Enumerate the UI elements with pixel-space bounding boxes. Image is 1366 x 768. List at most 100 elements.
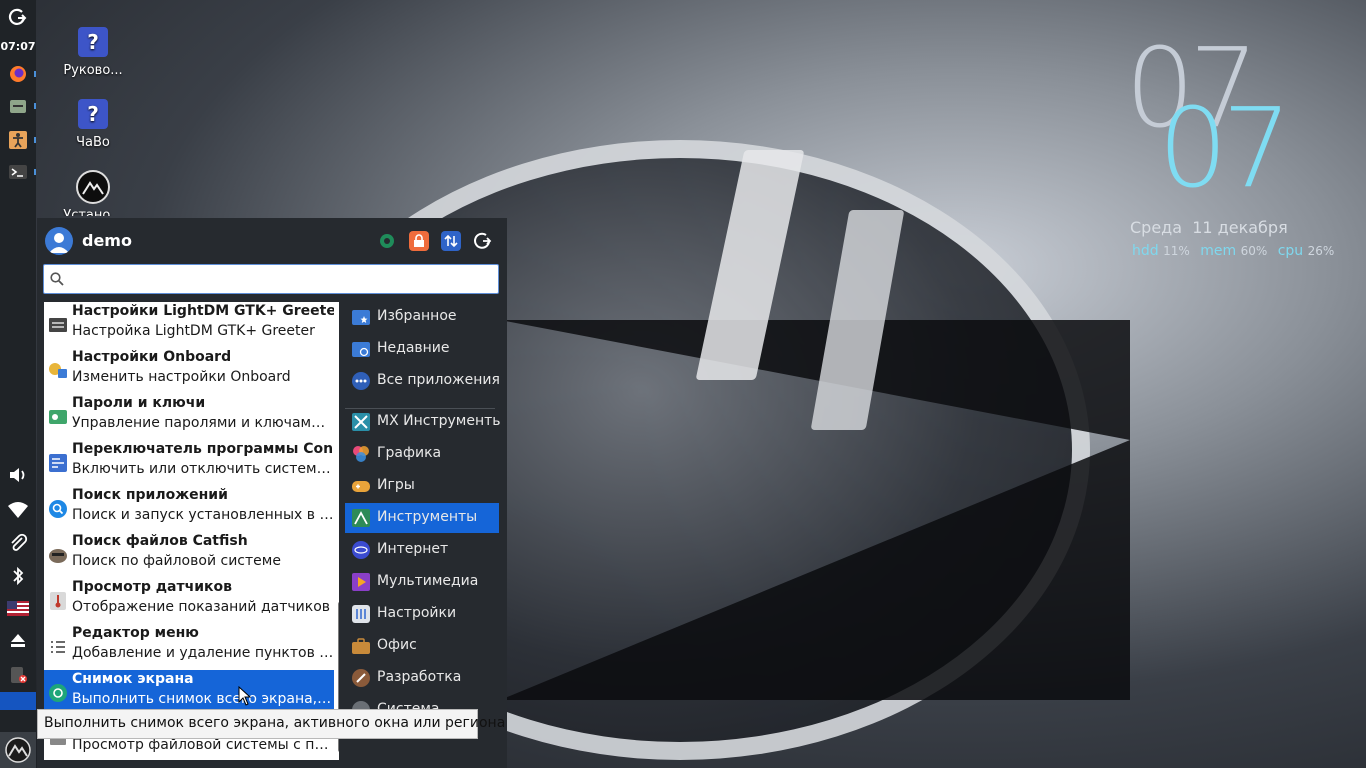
accessibility-launcher[interactable] <box>0 128 36 152</box>
conky-cpu-value: 26% <box>1307 244 1335 258</box>
file-manager-launcher[interactable] <box>0 94 36 118</box>
category-label: Все приложения <box>377 372 500 388</box>
desktop-icon-label: Руково... <box>63 63 123 78</box>
app-description: Изменить настройки Onboard <box>72 369 291 385</box>
desktop-icon-installer[interactable]: Устано... <box>53 170 133 216</box>
desktop-icon-manual[interactable]: ? Руково... <box>53 27 133 78</box>
category-recent[interactable]: Недавние <box>345 334 499 364</box>
desktop-icon-label: ЧаВо <box>76 135 110 150</box>
logout-menu-button[interactable] <box>473 231 493 251</box>
search-icon <box>50 272 64 286</box>
category-separator <box>345 408 495 409</box>
category-label: Инструменты <box>377 509 478 525</box>
mx-logo-icon <box>5 737 31 763</box>
volume-icon <box>10 468 25 482</box>
application-list[interactable]: Настройки LightDM GTK+ Greeter Настройка… <box>44 302 339 760</box>
paperclip-icon <box>11 533 28 551</box>
panel-clock[interactable]: 07:07 <box>0 38 36 54</box>
category-mx-tools[interactable]: MX Инструменты <box>345 407 500 437</box>
conky-hdd-value: 11% <box>1163 244 1190 258</box>
category-development[interactable]: Разработка <box>345 663 499 693</box>
running-indicator <box>34 137 36 143</box>
app-finder-icon <box>49 500 67 518</box>
category-label: Разработка <box>377 669 462 685</box>
screenshot-icon <box>49 684 67 702</box>
update-status-icon <box>11 667 27 683</box>
terminal-launcher[interactable] <box>0 160 36 184</box>
firefox-launcher[interactable] <box>0 62 36 86</box>
tooltip: Выполнить снимок всего экрана, активного… <box>37 709 505 739</box>
conky-hdd-label: hdd <box>1132 243 1159 259</box>
app-description: Управление паролями и ключами ... <box>72 415 334 431</box>
category-accessories[interactable]: Инструменты <box>345 503 499 533</box>
category-office[interactable]: Офис <box>345 631 499 661</box>
app-item-onboard[interactable]: Настройки Onboard Изменить настройки Onb… <box>44 348 334 394</box>
app-description: Поиск и запуск установленных в ва... <box>72 507 334 523</box>
app-item-catfish[interactable]: Поиск файлов Catfish Поиск по файловой с… <box>44 532 334 578</box>
category-games[interactable]: Игры <box>345 471 499 501</box>
app-item-conky[interactable]: Переключатель программы Conky Включить и… <box>44 440 334 486</box>
help-icon: ? <box>78 99 108 129</box>
mouse-cursor-icon <box>238 686 252 706</box>
all-apps-icon <box>352 372 370 390</box>
settings-gear-icon <box>380 234 394 248</box>
category-list: Избранное Недавние Все приложения MX Инс… <box>345 302 500 712</box>
network-button[interactable] <box>0 496 36 522</box>
running-indicator <box>34 71 36 77</box>
search-input[interactable] <box>43 264 499 294</box>
category-internet[interactable]: Интернет <box>345 535 499 565</box>
development-icon <box>352 669 370 687</box>
app-name: Пароли и ключи <box>72 395 206 411</box>
settings-manager-button[interactable] <box>377 231 397 251</box>
conky-stats: hdd 11% mem 60% cpu 26% <box>1132 243 1340 259</box>
bluetooth-button[interactable] <box>0 564 36 588</box>
category-graphics[interactable]: Графика <box>345 439 499 469</box>
clipboard-button[interactable] <box>0 530 36 556</box>
app-description: Добавление и удаление пунктов ме... <box>72 645 334 661</box>
eject-button[interactable] <box>0 628 36 652</box>
file-manager-icon <box>10 100 26 113</box>
eject-icon <box>11 634 25 647</box>
volume-button[interactable] <box>0 462 36 488</box>
conky-weekday: Среда <box>1130 218 1183 237</box>
switch-user-icon <box>444 234 458 248</box>
logout-icon <box>474 232 492 249</box>
app-name: Настройки Onboard <box>72 349 232 365</box>
app-name: Поиск файлов Catfish <box>72 533 248 549</box>
help-icon: ? <box>78 27 108 57</box>
desktop-icon-faq[interactable]: ? ЧаВо <box>53 99 133 150</box>
app-description: Просмотр файловой системы с пом... <box>72 737 334 753</box>
app-item-app-finder[interactable]: Поиск приложений Поиск и запуск установл… <box>44 486 334 532</box>
category-settings[interactable]: Настройки <box>345 599 499 629</box>
sensors-icon <box>50 592 66 610</box>
update-notifier[interactable] <box>0 662 36 686</box>
menu-editor-icon <box>51 641 65 653</box>
onboard-icon <box>49 363 67 378</box>
app-item-passwords[interactable]: Пароли и ключи Управление паролями и клю… <box>44 394 334 440</box>
category-label: Офис <box>377 637 417 653</box>
lock-icon <box>414 234 424 247</box>
user-avatar-icon <box>45 227 73 255</box>
lightdm-icon <box>49 318 67 332</box>
user-name: demo <box>82 231 132 250</box>
mx-installer-icon <box>76 170 110 204</box>
logout-button[interactable] <box>0 6 36 30</box>
category-label: Графика <box>377 445 442 461</box>
category-label: Недавние <box>377 340 450 356</box>
whisker-menu-button[interactable] <box>0 732 36 768</box>
favorites-icon <box>352 310 370 325</box>
catfish-icon <box>49 549 67 563</box>
category-all-apps[interactable]: Все приложения <box>345 366 500 396</box>
lock-screen-button[interactable] <box>409 231 429 251</box>
accessibility-icon <box>9 131 27 149</box>
keys-icon <box>49 410 67 424</box>
app-item-menu-editor[interactable]: Редактор меню Добавление и удаление пунк… <box>44 624 334 670</box>
app-item-sensors[interactable]: Просмотр датчиков Отображение показаний … <box>44 578 334 624</box>
app-item-lightdm[interactable]: Настройки LightDM GTK+ Greeter Настройка… <box>44 302 334 348</box>
category-label: Избранное <box>377 308 457 324</box>
keyboard-layout-button[interactable] <box>0 596 36 620</box>
category-favorites[interactable]: Избранное <box>345 302 499 332</box>
category-multimedia[interactable]: Мультимедиа <box>345 567 499 597</box>
app-description: Отображение показаний датчиков <box>72 599 331 615</box>
switch-user-button[interactable] <box>441 231 461 251</box>
